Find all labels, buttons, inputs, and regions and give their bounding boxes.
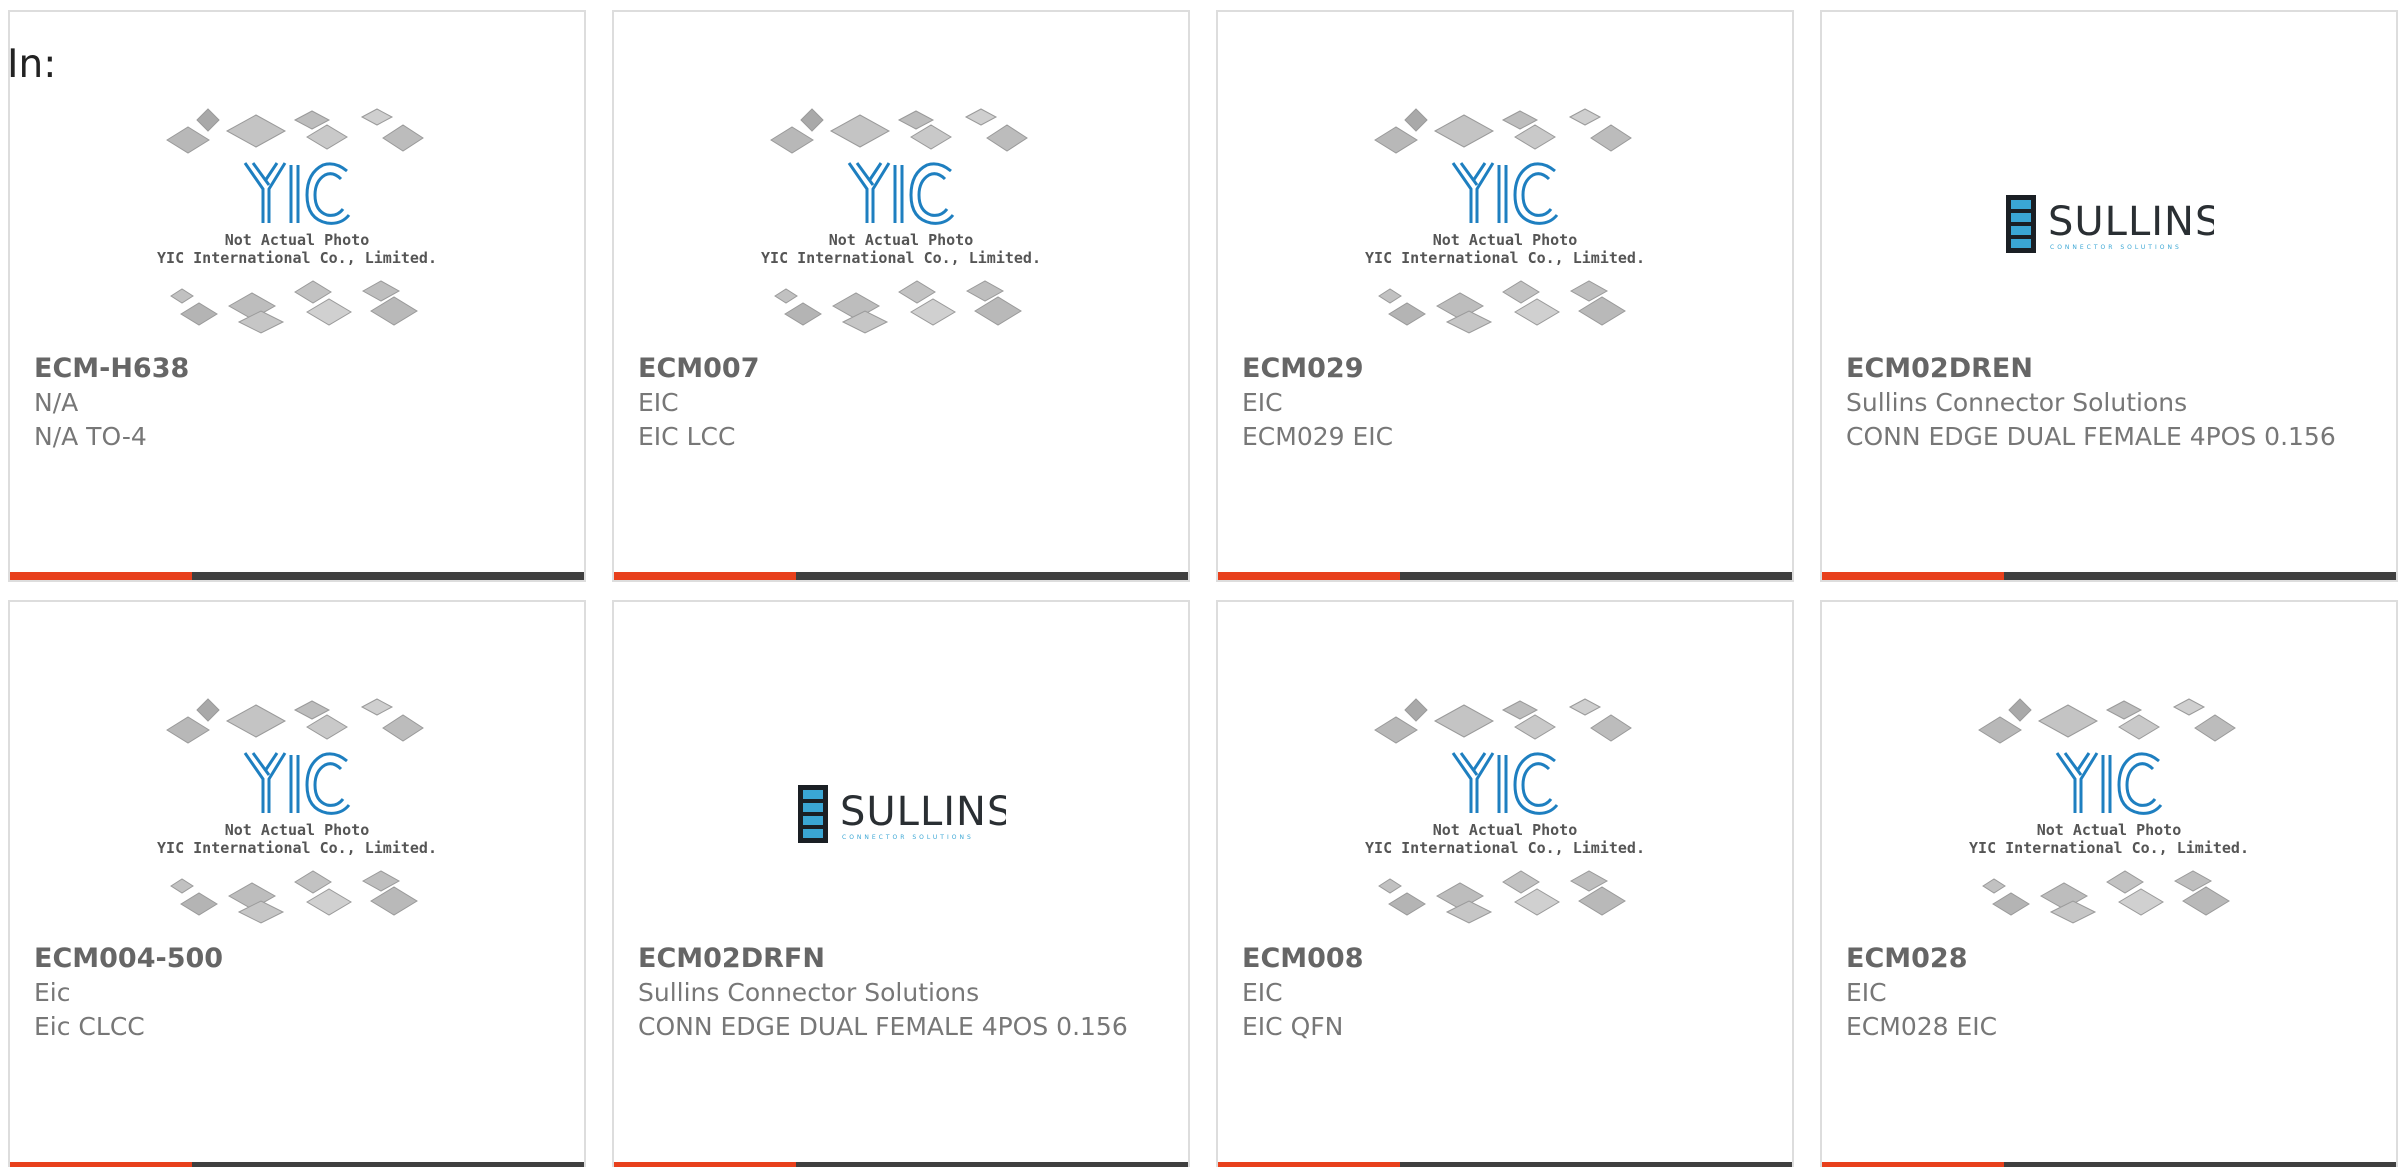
part-number-link[interactable]: ECM02DRFN xyxy=(638,942,1170,976)
not-actual-photo-placeholder: Not Actual PhotoYIC International Co., L… xyxy=(1365,107,1645,334)
card-accent-bar xyxy=(614,572,1188,580)
sullins-logo: SULLINSCONNECTOR SOLUTIONS xyxy=(798,784,1006,843)
placeholder-caption-line1: Not Actual Photo xyxy=(225,821,370,839)
placeholder-caption-line2: YIC International Co., Limited. xyxy=(1365,249,1645,267)
placeholder-caption-line2: YIC International Co., Limited. xyxy=(1969,839,2249,857)
placeholder-caption-line1: Not Actual Photo xyxy=(225,231,370,249)
card-accent-bar xyxy=(1218,572,1792,580)
part-number-link[interactable]: ECM-H638 xyxy=(34,352,566,386)
product-image[interactable]: Not Actual Photo YIC International Co., L… xyxy=(1218,102,1792,347)
part-number-link[interactable]: ECM028 xyxy=(1846,942,2378,976)
description: EIC LCC xyxy=(638,422,736,451)
yic-logo-icon xyxy=(2055,751,2163,815)
product-grid: Not Actual Photo YIC International Co., L… xyxy=(8,10,2398,1167)
product-info: ECM029 EIC ECM029 EIC xyxy=(1242,352,1774,454)
description: CONN EDGE DUAL FEMALE 4POS 0.156 xyxy=(1846,422,2336,451)
product-card[interactable]: Not Actual Photo YIC International Co., L… xyxy=(1216,10,1794,582)
not-actual-photo-placeholder: Not Actual PhotoYIC International Co., L… xyxy=(761,107,1041,334)
product-image[interactable]: Not Actual Photo YIC International Co., L… xyxy=(10,102,584,347)
manufacturer: EIC xyxy=(1846,978,1887,1007)
not-actual-photo-placeholder: Not Actual PhotoYIC International Co., L… xyxy=(157,697,437,924)
product-card[interactable]: SULLINS CONNECTOR SOLUTIONS ECM02DRFN Sul… xyxy=(612,600,1190,1167)
card-accent-bar xyxy=(614,1162,1188,1167)
card-accent-bar xyxy=(10,572,584,580)
yic-logo-icon xyxy=(1451,751,1559,815)
sullins-wordmark: SULLINS xyxy=(840,789,1006,835)
manufacturer: Eic xyxy=(34,978,71,1007)
placeholder-caption-line1: Not Actual Photo xyxy=(1433,821,1578,839)
manufacturer: Sullins Connector Solutions xyxy=(1846,388,2188,417)
part-number-link[interactable]: ECM007 xyxy=(638,352,1170,386)
yic-logo-icon xyxy=(243,751,351,815)
placeholder-caption-line2: YIC International Co., Limited. xyxy=(157,839,437,857)
part-number-link[interactable]: ECM02DREN xyxy=(1846,352,2378,386)
in-label: In: xyxy=(7,42,57,87)
yic-logo-icon xyxy=(243,161,351,225)
product-image[interactable]: Not Actual Photo YIC International Co., L… xyxy=(1822,692,2396,937)
yic-logo-icon xyxy=(847,161,955,225)
product-image[interactable]: Not Actual Photo YIC International Co., L… xyxy=(1218,692,1792,937)
sullins-stack-icon xyxy=(2006,194,2036,253)
not-actual-photo-placeholder: Not Actual PhotoYIC International Co., L… xyxy=(1365,697,1645,924)
description: N/A TO-4 xyxy=(34,422,147,451)
product-image[interactable]: SULLINS CONNECTOR SOLUTIONS xyxy=(614,692,1188,937)
product-info: ECM008 EIC EIC QFN xyxy=(1242,942,1774,1044)
product-card[interactable]: Not Actual Photo YIC International Co., L… xyxy=(1216,600,1794,1167)
product-card[interactable]: Not Actual Photo YIC International Co., L… xyxy=(612,10,1190,582)
placeholder-caption-line2: YIC International Co., Limited. xyxy=(157,249,437,267)
sullins-tagline: CONNECTOR SOLUTIONS xyxy=(842,834,974,841)
manufacturer: EIC xyxy=(638,388,679,417)
card-accent-bar xyxy=(1822,572,2396,580)
description: CONN EDGE DUAL FEMALE 4POS 0.156 xyxy=(638,1012,1128,1041)
placeholder-caption-line2: YIC International Co., Limited. xyxy=(761,249,1041,267)
manufacturer: EIC xyxy=(1242,388,1283,417)
product-info: ECM-H638 N/A N/A TO-4 xyxy=(34,352,566,454)
card-accent-bar xyxy=(10,1162,584,1167)
product-info: ECM028 EIC ECM028 EIC xyxy=(1846,942,2378,1044)
placeholder-caption-line1: Not Actual Photo xyxy=(2037,821,2182,839)
manufacturer: EIC xyxy=(1242,978,1283,1007)
product-info: ECM02DRFN Sullins Connector Solutions CO… xyxy=(638,942,1170,1044)
placeholder-caption-line1: Not Actual Photo xyxy=(829,231,974,249)
description: ECM028 EIC xyxy=(1846,1012,1998,1041)
part-number-link[interactable]: ECM008 xyxy=(1242,942,1774,976)
product-listing-page: In: Not Actual Photo YIC International Co… xyxy=(0,0,2400,1167)
sullins-logo: SULLINSCONNECTOR SOLUTIONS xyxy=(2006,194,2214,253)
card-accent-bar xyxy=(1218,1162,1792,1167)
product-image[interactable]: Not Actual Photo YIC International Co., L… xyxy=(10,692,584,937)
product-info: ECM007 EIC EIC LCC xyxy=(638,352,1170,454)
manufacturer: Sullins Connector Solutions xyxy=(638,978,980,1007)
placeholder-caption-line1: Not Actual Photo xyxy=(1433,231,1578,249)
sullins-wordmark: SULLINS xyxy=(2048,199,2214,245)
description: ECM029 EIC xyxy=(1242,422,1394,451)
sullins-tagline: CONNECTOR SOLUTIONS xyxy=(2050,244,2182,251)
part-number-link[interactable]: ECM029 xyxy=(1242,352,1774,386)
product-card[interactable]: SULLINS CONNECTOR SOLUTIONS ECM02DREN Sul… xyxy=(1820,10,2398,582)
sullins-stack-icon xyxy=(798,784,828,843)
product-card[interactable]: Not Actual Photo YIC International Co., L… xyxy=(1820,600,2398,1167)
product-image[interactable]: Not Actual Photo YIC International Co., L… xyxy=(614,102,1188,347)
product-card[interactable]: Not Actual Photo YIC International Co., L… xyxy=(8,10,586,582)
product-info: ECM02DREN Sullins Connector Solutions CO… xyxy=(1846,352,2378,454)
not-actual-photo-placeholder: Not Actual PhotoYIC International Co., L… xyxy=(1969,697,2249,924)
description: EIC QFN xyxy=(1242,1012,1344,1041)
yic-logo-icon xyxy=(1451,161,1559,225)
not-actual-photo-placeholder: Not Actual PhotoYIC International Co., L… xyxy=(157,107,437,334)
product-info: ECM004-500 Eic Eic CLCC xyxy=(34,942,566,1044)
part-number-link[interactable]: ECM004-500 xyxy=(34,942,566,976)
placeholder-caption-line2: YIC International Co., Limited. xyxy=(1365,839,1645,857)
card-accent-bar xyxy=(1822,1162,2396,1167)
product-card[interactable]: Not Actual Photo YIC International Co., L… xyxy=(8,600,586,1167)
product-image[interactable]: SULLINS CONNECTOR SOLUTIONS xyxy=(1822,102,2396,347)
description: Eic CLCC xyxy=(34,1012,145,1041)
manufacturer: N/A xyxy=(34,388,79,417)
